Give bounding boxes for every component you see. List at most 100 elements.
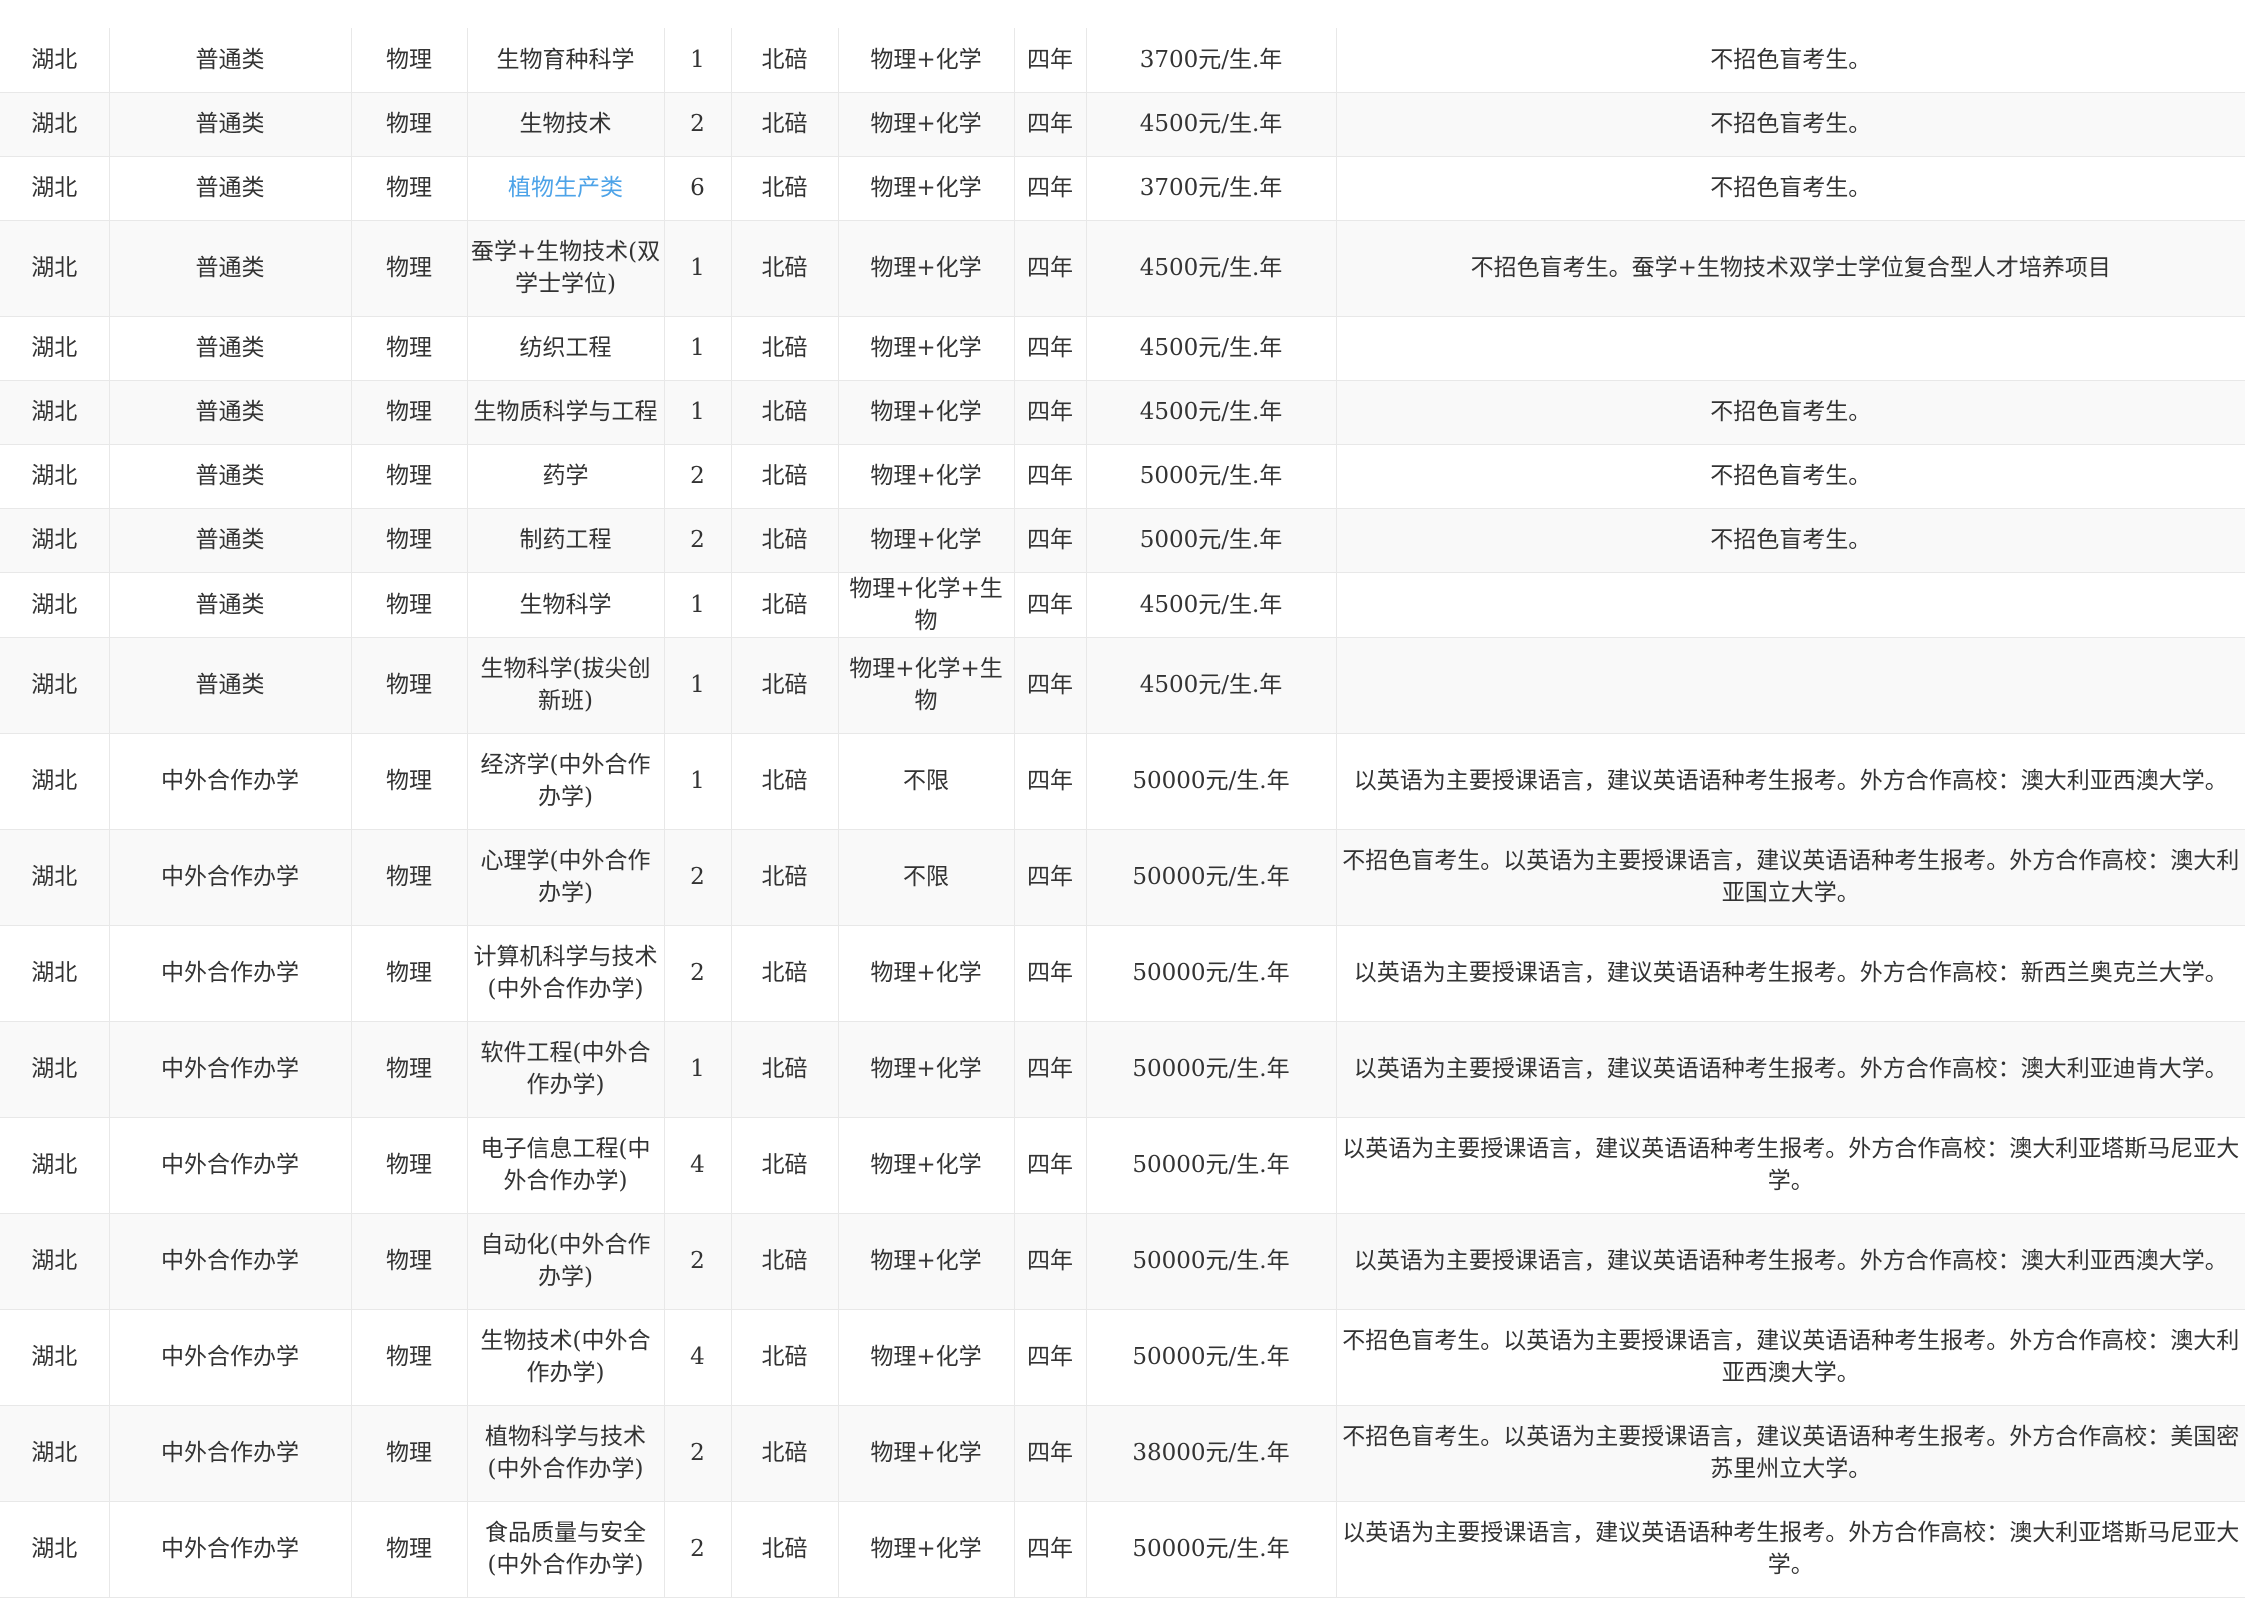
table-row: 湖北 中外合作办学 物理 计算机科学与技术(中外合作办学) 2 北碚 物理+化学 四年 5000… xyxy=(0,925,2245,1022)
tuition-fee-cell: 4500元/生.年 xyxy=(1086,92,1337,157)
subject-cell: 物理 xyxy=(351,733,468,830)
subject-requirement-cell: 物理+化学+生物 xyxy=(838,637,1015,734)
province-cell: 湖北 xyxy=(0,28,110,93)
campus-cell: 北碚 xyxy=(731,28,839,93)
major-cell: 心理学(中外合作办学) xyxy=(467,829,665,926)
major-cell: 植物生产类 xyxy=(467,156,665,221)
admission-type-cell: 中外合作办学 xyxy=(109,1405,352,1502)
major-cell: 计算机科学与技术(中外合作办学) xyxy=(467,925,665,1022)
plan-count-cell: 1 xyxy=(664,28,732,93)
major-cell: 植物科学与技术(中外合作办学) xyxy=(467,1405,665,1502)
table-row: 湖北 中外合作办学 物理 心理学(中外合作办学) 2 北碚 不限 四年 50000元/生.年 不招… xyxy=(0,829,2245,926)
duration-cell: 四年 xyxy=(1014,925,1087,1022)
subject-requirement-cell: 物理+化学 xyxy=(838,1021,1015,1118)
subject-requirement-cell: 物理+化学 xyxy=(838,1117,1015,1214)
table-row: 湖北 普通类 物理 蚕学+生物技术(双学士学位) 1 北碚 物理+化学 四年 4500元/生.年… xyxy=(0,220,2245,317)
duration-cell: 四年 xyxy=(1014,1213,1087,1310)
province-cell: 湖北 xyxy=(0,316,110,381)
subject-cell: 物理 xyxy=(351,156,468,221)
major-cell: 软件工程(中外合作办学) xyxy=(467,1021,665,1118)
tuition-fee-cell: 3700元/生.年 xyxy=(1086,156,1337,221)
province-cell: 湖北 xyxy=(0,925,110,1022)
plan-count-cell: 2 xyxy=(664,1501,732,1598)
province-cell: 湖北 xyxy=(0,637,110,734)
subject-requirement-cell: 物理+化学 xyxy=(838,92,1015,157)
table-row: 湖北 普通类 物理 生物科学(拔尖创新班) 1 北碚 物理+化学+生物 四年 4500元/生.年 xyxy=(0,637,2245,734)
province-cell: 湖北 xyxy=(0,829,110,926)
subject-cell: 物理 xyxy=(351,1405,468,1502)
subject-cell: 物理 xyxy=(351,572,468,638)
tuition-fee-cell: 4500元/生.年 xyxy=(1086,637,1337,734)
subject-cell: 物理 xyxy=(351,1021,468,1118)
subject-requirement-cell: 物理+化学 xyxy=(838,220,1015,317)
plan-count-cell: 1 xyxy=(664,316,732,381)
campus-cell: 北碚 xyxy=(731,829,839,926)
admission-type-cell: 中外合作办学 xyxy=(109,925,352,1022)
remarks-cell: 不招色盲考生。 xyxy=(1336,28,2245,93)
plan-count-cell: 1 xyxy=(664,1021,732,1118)
remarks-cell: 不招色盲考生。 xyxy=(1336,508,2245,573)
remarks-cell: 以英语为主要授课语言，建议英语语种考生报考。外方合作高校：澳大利亚塔斯马尼亚大学… xyxy=(1336,1117,2245,1214)
campus-cell: 北碚 xyxy=(731,733,839,830)
major-cell: 生物质科学与工程 xyxy=(467,380,665,445)
duration-cell: 四年 xyxy=(1014,1117,1087,1214)
subject-cell: 物理 xyxy=(351,829,468,926)
subject-cell: 物理 xyxy=(351,637,468,734)
province-cell: 湖北 xyxy=(0,380,110,445)
remarks-cell: 不招色盲考生。 xyxy=(1336,444,2245,509)
plan-count-cell: 1 xyxy=(664,637,732,734)
campus-cell: 北碚 xyxy=(731,92,839,157)
table-row: 湖北 普通类 物理 纺织工程 1 北碚 物理+化学 四年 4500元/生.年 xyxy=(0,316,2245,381)
subject-requirement-cell: 物理+化学 xyxy=(838,1309,1015,1406)
province-cell: 湖北 xyxy=(0,444,110,509)
duration-cell: 四年 xyxy=(1014,637,1087,734)
province-cell: 湖北 xyxy=(0,1501,110,1598)
admission-type-cell: 普通类 xyxy=(109,316,352,381)
subject-cell: 物理 xyxy=(351,1213,468,1310)
tuition-fee-cell: 38000元/生.年 xyxy=(1086,1405,1337,1502)
tuition-fee-cell: 4500元/生.年 xyxy=(1086,220,1337,317)
province-cell: 湖北 xyxy=(0,1309,110,1406)
campus-cell: 北碚 xyxy=(731,444,839,509)
remarks-cell xyxy=(1336,316,2245,381)
campus-cell: 北碚 xyxy=(731,316,839,381)
admission-type-cell: 中外合作办学 xyxy=(109,1117,352,1214)
major-cell: 生物育种科学 xyxy=(467,28,665,93)
table-row: 湖北 中外合作办学 物理 生物技术(中外合作办学) 4 北碚 物理+化学 四年 50000元/生… xyxy=(0,1309,2245,1406)
table-row: 湖北 普通类 物理 制药工程 2 北碚 物理+化学 四年 5000元/生.年 不招色盲考生。 xyxy=(0,508,2245,573)
tuition-fee-cell: 50000元/生.年 xyxy=(1086,1021,1337,1118)
duration-cell: 四年 xyxy=(1014,220,1087,317)
admission-type-cell: 中外合作办学 xyxy=(109,733,352,830)
remarks-cell: 以英语为主要授课语言，建议英语语种考生报考。外方合作高校：澳大利亚西澳大学。 xyxy=(1336,1213,2245,1310)
plan-count-cell: 2 xyxy=(664,92,732,157)
tuition-fee-cell: 3700元/生.年 xyxy=(1086,28,1337,93)
duration-cell: 四年 xyxy=(1014,28,1087,93)
tuition-fee-cell: 4500元/生.年 xyxy=(1086,380,1337,445)
duration-cell: 四年 xyxy=(1014,1405,1087,1502)
tuition-fee-cell: 50000元/生.年 xyxy=(1086,733,1337,830)
province-cell: 湖北 xyxy=(0,156,110,221)
table-row: 湖北 中外合作办学 物理 经济学(中外合作办学) 1 北碚 不限 四年 50000元/生.年 以英… xyxy=(0,733,2245,830)
remarks-cell: 不招色盲考生。以英语为主要授课语言，建议英语语种考生报考。外方合作高校：澳大利亚… xyxy=(1336,1309,2245,1406)
remarks-cell: 不招色盲考生。蚕学+生物技术双学士学位复合型人才培养项目 xyxy=(1336,220,2245,317)
subject-cell: 物理 xyxy=(351,925,468,1022)
major-cell: 蚕学+生物技术(双学士学位) xyxy=(467,220,665,317)
major-link[interactable]: 植物生产类 xyxy=(508,175,623,201)
plan-count-cell: 1 xyxy=(664,733,732,830)
campus-cell: 北碚 xyxy=(731,1501,839,1598)
duration-cell: 四年 xyxy=(1014,1309,1087,1406)
duration-cell: 四年 xyxy=(1014,508,1087,573)
subject-requirement-cell: 物理+化学 xyxy=(838,508,1015,573)
table-row: 湖北 普通类 物理 生物育种科学 1 北碚 物理+化学 四年 3700元/生.年 不招色盲考生。 xyxy=(0,28,2245,93)
remarks-cell: 以英语为主要授课语言，建议英语语种考生报考。外方合作高校：澳大利亚西澳大学。 xyxy=(1336,733,2245,830)
campus-cell: 北碚 xyxy=(731,508,839,573)
subject-requirement-cell: 物理+化学 xyxy=(838,444,1015,509)
plan-count-cell: 2 xyxy=(664,925,732,1022)
table-row: 湖北 普通类 物理 生物技术 2 北碚 物理+化学 四年 4500元/生.年 不招色盲考生。 xyxy=(0,92,2245,157)
duration-cell: 四年 xyxy=(1014,572,1087,638)
major-cell: 自动化(中外合作办学) xyxy=(467,1213,665,1310)
subject-requirement-cell: 物理+化学 xyxy=(838,156,1015,221)
campus-cell: 北碚 xyxy=(731,1213,839,1310)
plan-count-cell: 6 xyxy=(664,156,732,221)
remarks-cell: 以英语为主要授课语言，建议英语语种考生报考。外方合作高校：澳大利亚塔斯马尼亚大学… xyxy=(1336,1501,2245,1598)
